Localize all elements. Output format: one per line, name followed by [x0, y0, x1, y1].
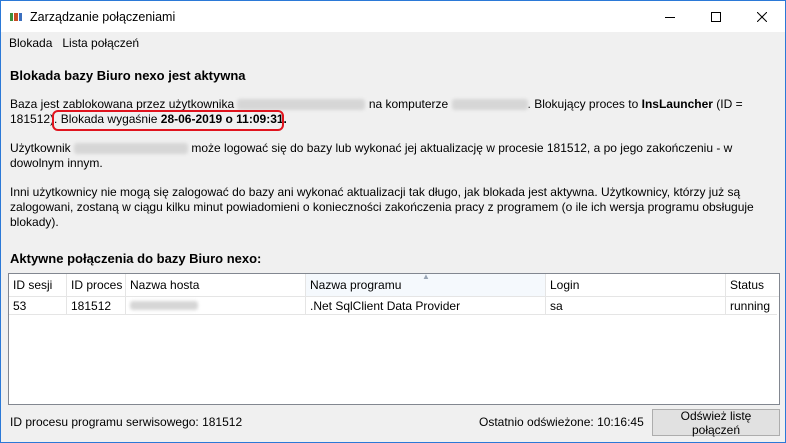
lock-text: blokady).	[10, 215, 59, 229]
column-header-session-id[interactable]: ID sesji	[9, 274, 67, 296]
lock-text: na komputerze	[368, 97, 449, 111]
lock-paragraph-3: Inni użytkownicy nie mogą się zalogować …	[10, 185, 778, 230]
column-header-program-label: Nazwa programu	[310, 278, 402, 292]
lock-text: zalogowani, zostaną w ciągu kilku minut …	[10, 200, 754, 214]
minimize-icon	[665, 16, 675, 18]
lock-text: . Blokujący proces to	[527, 97, 642, 111]
redacted-user	[237, 99, 366, 111]
column-header-host[interactable]: Nazwa hosta	[126, 274, 306, 296]
close-icon	[757, 11, 767, 22]
lock-heading: Blokada bazy Biuro nexo jest aktywna	[10, 68, 246, 83]
lock-text: 181512).	[10, 112, 58, 126]
redacted-host	[130, 301, 198, 310]
connections-heading: Aktywne połączenia do bazy Biuro nexo:	[10, 251, 262, 266]
last-refresh-time: Ostatnio odświeżone: 10:16:45	[479, 415, 644, 429]
service-process-id: ID procesu programu serwisowego: 181512	[10, 415, 243, 429]
expiry-highlight	[52, 110, 284, 131]
minimize-button[interactable]	[647, 1, 693, 32]
redacted-user	[74, 143, 189, 155]
cell-session-id: 53	[9, 297, 67, 315]
status-bar: ID procesu programu serwisowego: 181512 …	[1, 409, 785, 442]
cell-process-id: 181512	[67, 297, 126, 315]
cell-program: .Net SqlClient Data Provider	[306, 297, 546, 315]
lock-text: (ID =	[712, 97, 743, 111]
title-bar[interactable]: Zarządzanie połączeniami	[1, 1, 785, 32]
column-header-login[interactable]: Login	[546, 274, 726, 296]
lock-paragraph-2: Użytkownik może logować się do bazy lub …	[10, 141, 778, 171]
app-icon	[10, 12, 22, 21]
cell-login: sa	[546, 297, 726, 315]
column-header-process-id[interactable]: ID proces	[67, 274, 126, 296]
lock-text: Użytkownik	[10, 141, 71, 155]
connections-table[interactable]: ID sesji ID proces Nazwa hosta Nazwa pro…	[8, 273, 780, 405]
cell-status: running	[726, 297, 777, 315]
sort-ascending-icon: ▲	[422, 274, 430, 281]
lock-text: Inni użytkownicy nie mogą się zalogować …	[10, 185, 741, 199]
process-name: InsLauncher	[641, 97, 713, 111]
window-title: Zarządzanie połączeniami	[30, 9, 176, 24]
maximize-button[interactable]	[693, 1, 739, 32]
close-button[interactable]	[739, 1, 785, 32]
lock-text: dowolnym innym.	[10, 156, 103, 170]
column-header-status[interactable]: Status	[726, 274, 777, 296]
window: Zarządzanie połączeniami Blokada Lista p…	[0, 0, 786, 443]
menu-lista-polaczen[interactable]: Lista połączeń	[57, 36, 144, 50]
menu-bar: Blokada Lista połączeń	[1, 32, 785, 54]
column-header-program[interactable]: Nazwa programu ▲	[306, 274, 546, 296]
cell-host	[126, 297, 306, 315]
lock-text: Baza jest zablokowana przez użytkownika	[10, 97, 235, 111]
table-row[interactable]: 53 181512 .Net SqlClient Data Provider s…	[9, 297, 779, 315]
lock-text: może logować się do bazy lub wykonać jej…	[191, 141, 733, 155]
menu-blokada[interactable]: Blokada	[4, 36, 57, 50]
redacted-computer	[451, 99, 528, 111]
table-header: ID sesji ID proces Nazwa hosta Nazwa pro…	[9, 274, 779, 297]
maximize-icon	[711, 11, 721, 22]
refresh-connections-button[interactable]: Odśwież listę połączeń	[652, 409, 780, 437]
